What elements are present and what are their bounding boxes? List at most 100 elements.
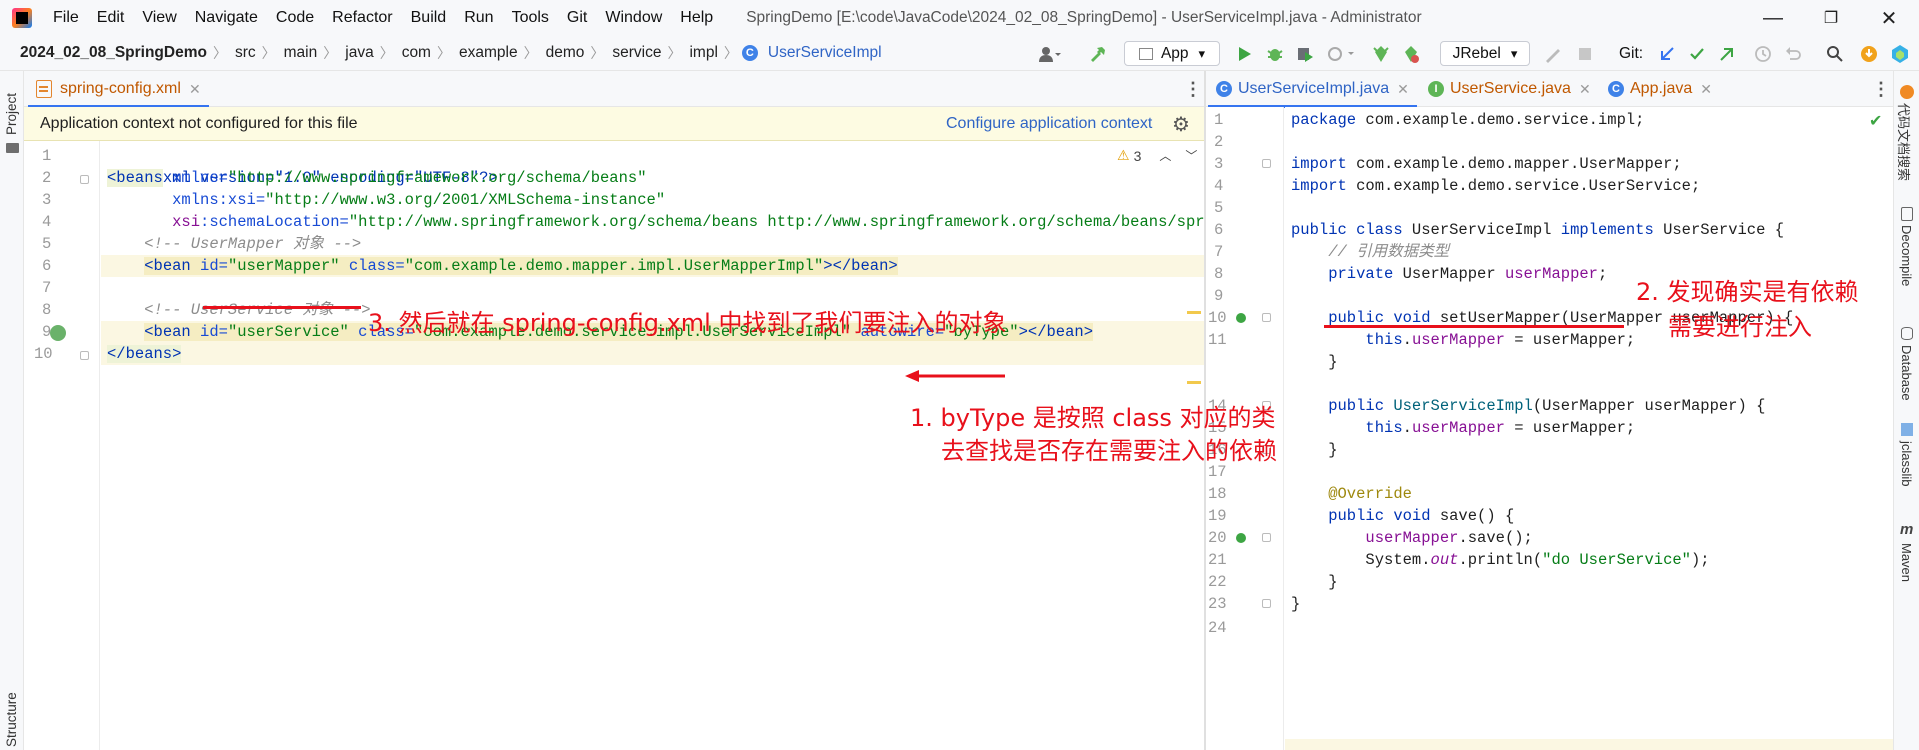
tab-userserviceimpl[interactable]: C UserServiceImpl.java ✕ [1208,71,1417,108]
project-tool-button[interactable]: Project [0,77,24,159]
menu-build[interactable]: Build [402,0,456,36]
rollback-icon[interactable] [1782,41,1804,66]
run-config-dropdown[interactable]: App ▾ [1124,41,1220,66]
line-number: 23 [1208,595,1227,613]
close-tab-icon[interactable]: ✕ [1579,81,1591,98]
stop-icon[interactable] [1574,41,1596,66]
java-text: UserServiceImpl [1402,221,1561,239]
java-code-area[interactable]: package com.example.demo.service.impl; i… [1285,107,1893,750]
line-number: 10 [1208,309,1227,327]
jclasslib-tool-button[interactable]: jclasslib [1894,423,1919,513]
line-number: 2 [42,169,52,187]
configure-context-link[interactable]: Configure application context [946,115,1152,133]
jrebel-dropdown[interactable]: JRebel ▾ [1440,41,1530,66]
menu-code[interactable]: Code [267,0,323,36]
structure-tool-button[interactable]: Structure [0,671,24,750]
annotation-1-line-1: 1. byType 是按照 class 对应的类 [910,404,1276,432]
menu-window[interactable]: Window [596,0,671,36]
java-string: "do UserService" [1542,551,1691,569]
tab-spring-config-xml[interactable]: spring-config.xml ✕ [28,71,209,108]
code-line-5: <!-- UserMapper 对象 --> [107,233,361,255]
gear-icon[interactable]: ⚙ [1172,112,1190,137]
tab-userservice[interactable]: I UserService.java ✕ [1420,71,1599,107]
breadcrumb-java[interactable]: java [341,44,375,62]
database-tool-button[interactable]: Database [1894,327,1919,417]
menu-tools[interactable]: Tools [503,0,558,36]
menu-refactor[interactable]: Refactor [323,0,401,36]
search-icon[interactable] [1824,41,1846,66]
coverage-icon[interactable] [1294,41,1316,66]
git-commit-icon[interactable] [1686,41,1708,66]
maven-tool-button[interactable]: m Maven [1894,521,1919,611]
close-tab-icon[interactable]: ✕ [1397,81,1409,98]
java-keyword: this [1291,331,1403,349]
scroll-marker [1187,381,1201,384]
breadcrumb-com[interactable]: com [398,44,433,62]
xml-value: "http://www.w3.org/2001/XMLSchema-instan… [265,191,666,209]
jrebel-run-icon[interactable] [1370,41,1392,66]
code-line-10: </beans> [107,343,182,365]
more-options-icon[interactable]: ⋮ [1872,79,1890,100]
breadcrumb-service[interactable]: service [608,44,663,62]
debug-icon[interactable] [1264,41,1286,66]
menu-help[interactable]: Help [671,0,722,36]
breadcrumb-impl[interactable]: impl [685,44,719,62]
menu-git[interactable]: Git [558,0,596,36]
jrebel-debug-icon[interactable] [1400,41,1422,66]
fold-marker-icon[interactable] [1262,599,1271,608]
fold-marker-icon[interactable] [1262,159,1271,168]
menu-file[interactable]: File [44,0,88,36]
update-notification-icon[interactable] [1858,41,1880,66]
jclasslib-label: jclasslib [1899,441,1914,487]
bean-gutter-icon[interactable] [50,325,66,341]
breadcrumb-example[interactable]: example [455,44,520,62]
run-icon[interactable] [1234,41,1256,66]
close-window-button[interactable]: ✕ [1860,0,1918,36]
breadcrumb-src[interactable]: src [231,44,258,62]
fold-marker-icon[interactable] [80,351,89,360]
jrebel-icon[interactable] [1542,41,1564,66]
menu-navigate[interactable]: Navigate [186,0,267,36]
chevron-up-icon[interactable]: ︿ [1159,147,1171,164]
restore-button[interactable]: ❐ [1802,0,1860,36]
toolbox-icon[interactable] [1888,41,1912,66]
tab-app[interactable]: C App.java ✕ [1600,71,1720,107]
database-icon [1901,327,1913,340]
history-icon[interactable] [1752,41,1774,66]
line-number: 11 [1208,331,1227,349]
inspection-widget[interactable]: ⚠ 3 ︿ ﹀ [1117,147,1197,164]
xml-attribute: xmlns= [162,169,228,187]
menu-run[interactable]: Run [455,0,502,36]
line-number: 21 [1208,551,1227,569]
implements-gutter-icon[interactable] [1236,313,1246,323]
minimize-button[interactable]: — [1744,0,1802,36]
user-profile-icon[interactable] [1030,41,1070,66]
chevron-down-icon[interactable]: ﹀ [1185,147,1197,164]
code-line-11: this.userMapper = userMapper; [1291,329,1635,351]
breadcrumb-demo[interactable]: demo [542,44,587,62]
implements-gutter-icon[interactable] [1236,533,1246,543]
fold-marker-icon[interactable] [1262,533,1271,542]
code-doc-search-icon [1900,85,1914,99]
xml-tag: <bean [144,257,201,275]
decompile-tool-button[interactable]: Decompile [1894,207,1919,307]
git-push-icon[interactable] [1716,41,1738,66]
menu-view[interactable]: View [133,0,185,36]
more-options-icon[interactable]: ⋮ [1184,79,1202,100]
java-field: userMapper [1291,529,1459,547]
close-tab-icon[interactable]: ✕ [189,81,201,98]
breadcrumb-userserviceimpl[interactable]: UserServiceImpl [764,44,884,62]
breadcrumb-project[interactable]: 2024_02_08_SpringDemo [16,44,209,62]
close-tab-icon[interactable]: ✕ [1700,81,1712,98]
xml-namespace: :xsi [218,191,256,209]
code-line-20: userMapper.save(); [1291,527,1532,549]
breadcrumb-main[interactable]: main [280,44,320,62]
menu-edit[interactable]: Edit [88,0,134,36]
git-update-icon[interactable] [1656,41,1678,66]
profiler-icon[interactable] [1324,41,1360,66]
no-problems-check-icon[interactable]: ✔ [1869,111,1882,131]
fold-marker-icon[interactable] [80,175,89,184]
code-doc-search-tool-button[interactable]: 代码文档搜索 [1894,71,1919,191]
build-hammer-icon[interactable] [1086,41,1110,66]
fold-marker-icon[interactable] [1262,313,1271,322]
